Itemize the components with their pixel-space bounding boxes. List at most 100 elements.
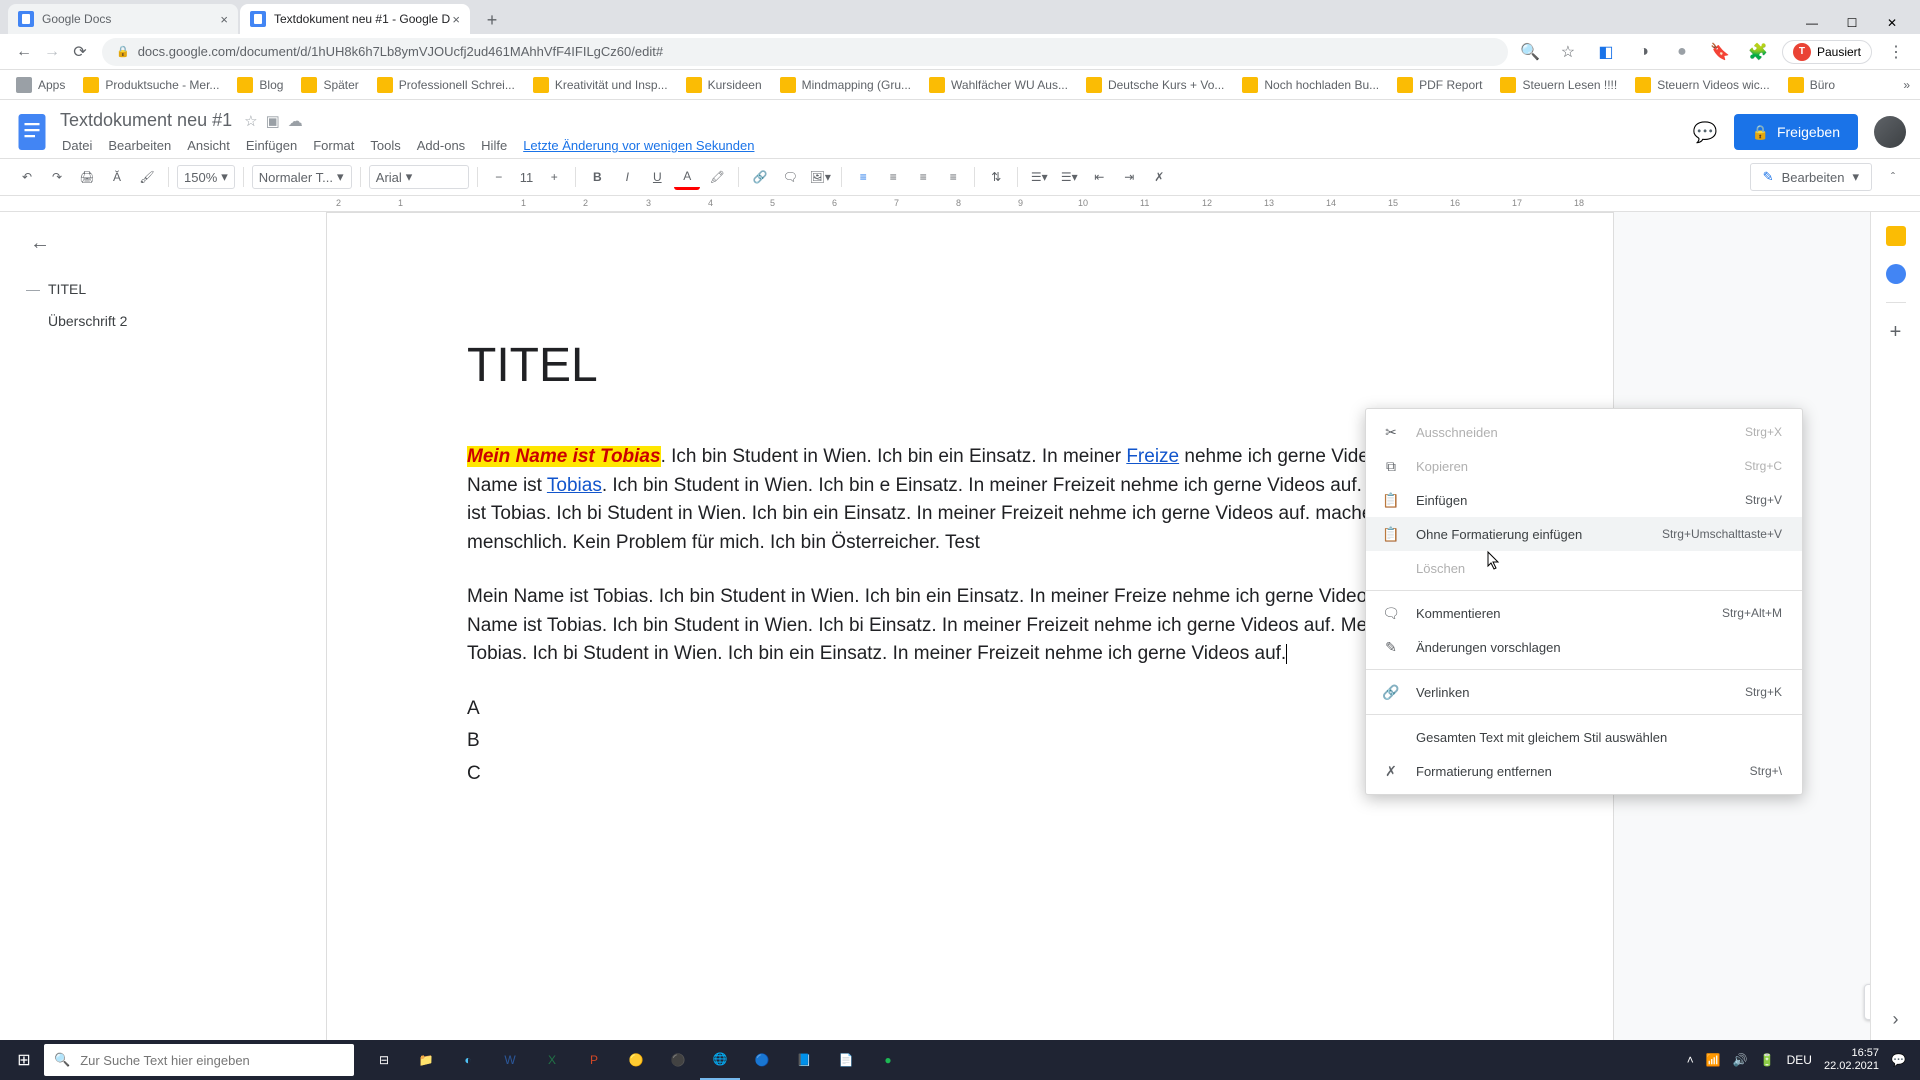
clear-format[interactable]: ✗	[1146, 164, 1172, 190]
bookmark[interactable]: Steuern Lesen !!!!	[1494, 75, 1623, 95]
close-button[interactable]: ✕	[1872, 12, 1912, 34]
bullet-list[interactable]: ☰▾	[1056, 164, 1082, 190]
menu-addons[interactable]: Add-ons	[411, 135, 471, 156]
maximize-button[interactable]: ☐	[1832, 12, 1872, 34]
notifications-icon[interactable]: 💬	[1891, 1053, 1906, 1067]
keep-icon[interactable]	[1886, 226, 1906, 246]
paint-format-button[interactable]: 🖌	[134, 164, 160, 190]
bookmark-apps[interactable]: Apps	[10, 75, 71, 95]
text-color-button[interactable]: A	[674, 164, 700, 190]
docs-logo[interactable]	[14, 110, 50, 154]
highlight-button[interactable]: 🖍	[704, 164, 730, 190]
url-input[interactable]: 🔒 docs.google.com/document/d/1hUH8k6h7Lb…	[102, 38, 1508, 66]
star-icon[interactable]: ☆	[1554, 38, 1582, 66]
cm-paste[interactable]: 📋EinfügenStrg+V	[1366, 483, 1802, 517]
document-title[interactable]: Textdokument neu #1	[56, 108, 236, 133]
list-line[interactable]: A	[467, 695, 1473, 724]
outline-back-button[interactable]: ←	[30, 232, 296, 255]
network-icon[interactable]: 📶	[1706, 1053, 1721, 1067]
page-heading[interactable]: TITEL	[467, 338, 1473, 393]
outline-item[interactable]: Überschrift 2	[30, 305, 296, 337]
cm-copy[interactable]: ⧉KopierenStrg+C	[1366, 449, 1802, 483]
language-indicator[interactable]: DEU	[1787, 1053, 1812, 1067]
bookmark[interactable]: PDF Report	[1391, 75, 1488, 95]
bookmarks-overflow[interactable]: »	[1903, 78, 1910, 92]
paragraph[interactable]: Mein Name ist Tobias. Ich bin Student in…	[467, 583, 1473, 669]
bookmark[interactable]: Büro	[1782, 75, 1841, 95]
line-spacing[interactable]: ⇅	[983, 164, 1009, 190]
menu-tools[interactable]: Tools	[364, 135, 406, 156]
edge-icon[interactable]: 🔵	[742, 1040, 782, 1080]
bookmark[interactable]: Kursideen	[680, 75, 768, 95]
browser-tab[interactable]: Google Docs ×	[8, 4, 238, 34]
image-button[interactable]: 🖼▾	[807, 164, 833, 190]
explorer-icon[interactable]: 📁	[406, 1040, 446, 1080]
move-icon[interactable]: ▣	[266, 112, 280, 130]
cm-link[interactable]: 🔗VerlinkenStrg+K	[1366, 675, 1802, 709]
align-right[interactable]: ≡	[910, 164, 936, 190]
profile-avatar[interactable]	[1874, 116, 1906, 148]
edit-mode-select[interactable]: ✎ Bearbeiten ▾	[1750, 163, 1872, 191]
align-justify[interactable]: ≡	[940, 164, 966, 190]
font-select[interactable]: Arial ▾	[369, 165, 469, 189]
taskbar-search[interactable]: 🔍 Zur Suche Text hier eingeben	[44, 1044, 354, 1076]
spellcheck-button[interactable]: Ă	[104, 164, 130, 190]
italic-button[interactable]: I	[614, 164, 640, 190]
cm-suggest[interactable]: ✎Änderungen vorschlagen	[1366, 630, 1802, 664]
bookmark[interactable]: Später	[295, 75, 364, 95]
font-decrease[interactable]: −	[486, 164, 512, 190]
clock[interactable]: 16:57 22.02.2021	[1824, 1047, 1879, 1073]
numbered-list[interactable]: ☰▾	[1026, 164, 1052, 190]
close-icon[interactable]: ×	[452, 12, 460, 27]
extension-icon[interactable]: ●	[1668, 38, 1696, 66]
bold-button[interactable]: B	[584, 164, 610, 190]
outline-item[interactable]: TITEL	[30, 273, 296, 305]
undo-button[interactable]: ↶	[14, 164, 40, 190]
zoom-select[interactable]: 150% ▾	[177, 165, 235, 189]
link[interactable]: Freize	[1126, 446, 1179, 467]
excel-icon[interactable]: X	[532, 1040, 572, 1080]
start-button[interactable]: ⊞	[4, 1040, 44, 1080]
menu-einfugen[interactable]: Einfügen	[240, 135, 303, 156]
menu-button[interactable]: ⋮	[1882, 38, 1910, 66]
font-increase[interactable]: +	[541, 164, 567, 190]
paragraph[interactable]: Mein Name ist Tobias. Ich bin Student in…	[467, 443, 1473, 557]
bookmark[interactable]: Blog	[231, 75, 289, 95]
app-icon[interactable]: 🟡	[616, 1040, 656, 1080]
bookmark[interactable]: Wahlfächer WU Aus...	[923, 75, 1074, 95]
bookmark[interactable]: Deutsche Kurs + Vo...	[1080, 75, 1230, 95]
indent-increase[interactable]: ⇥	[1116, 164, 1142, 190]
app-icon[interactable]: 📘	[784, 1040, 824, 1080]
chrome-icon[interactable]: 🌐	[700, 1040, 740, 1080]
app-icon[interactable]: 📄	[826, 1040, 866, 1080]
add-button[interactable]: +	[1890, 321, 1902, 344]
browser-tab-active[interactable]: Textdokument neu #1 - Google D ×	[240, 4, 470, 34]
new-tab-button[interactable]: +	[478, 6, 506, 34]
task-view-icon[interactable]: ⊟	[364, 1040, 404, 1080]
battery-icon[interactable]: 🔋	[1760, 1053, 1775, 1067]
indent-decrease[interactable]: ⇤	[1086, 164, 1112, 190]
bookmark[interactable]: Mindmapping (Gru...	[774, 75, 917, 95]
cm-paste-plain[interactable]: 📋Ohne Formatierung einfügenStrg+Umschalt…	[1366, 517, 1802, 551]
collapse-button[interactable]: ˆ	[1880, 164, 1906, 190]
cm-cut[interactable]: ✂AusschneidenStrg+X	[1366, 415, 1802, 449]
close-icon[interactable]: ×	[220, 12, 228, 27]
word-icon[interactable]: W	[490, 1040, 530, 1080]
star-icon[interactable]: ☆	[244, 112, 257, 130]
back-button[interactable]: ←	[10, 38, 38, 66]
bookmark[interactable]: Noch hochladen Bu...	[1236, 75, 1385, 95]
bookmark[interactable]: Steuern Videos wic...	[1629, 75, 1776, 95]
bookmark[interactable]: Kreativität und Insp...	[527, 75, 674, 95]
list-line[interactable]: B	[467, 727, 1473, 756]
bookmark[interactable]: Produktsuche - Mer...	[77, 75, 225, 95]
share-button[interactable]: 🔒 Freigeben	[1734, 114, 1858, 150]
cm-clear-format[interactable]: ✗Formatierung entfernenStrg+\	[1366, 754, 1802, 788]
link[interactable]: Tobias	[547, 475, 602, 496]
zoom-icon[interactable]: 🔍	[1516, 38, 1544, 66]
app-icon[interactable]: ◐	[448, 1040, 488, 1080]
list-line[interactable]: C	[467, 760, 1473, 789]
cloud-icon[interactable]: ☁	[288, 112, 303, 130]
font-size[interactable]: 11	[516, 170, 538, 185]
bookmark[interactable]: Professionell Schrei...	[371, 75, 521, 95]
menu-datei[interactable]: Datei	[56, 135, 98, 156]
